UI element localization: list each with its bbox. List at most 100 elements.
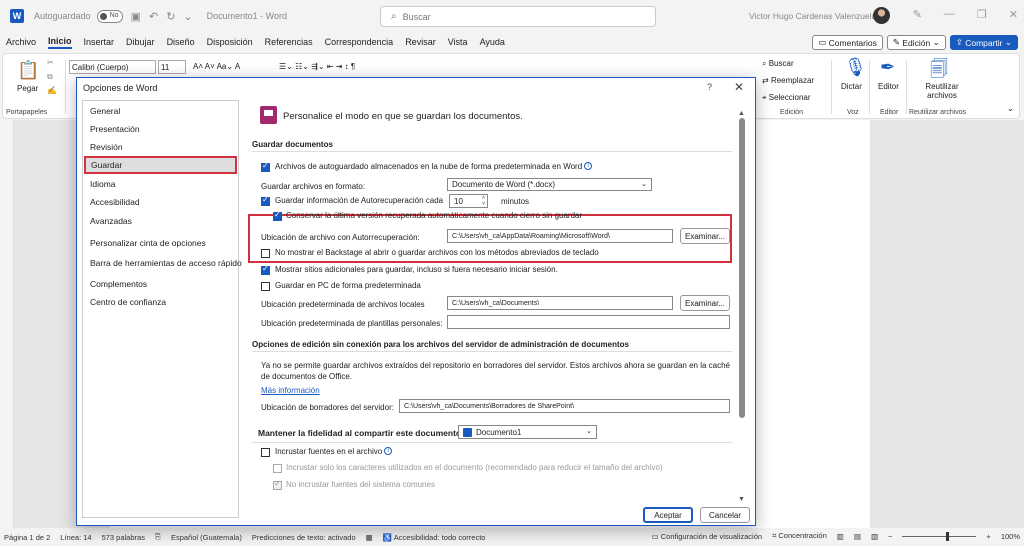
dictate-label[interactable]: Dictar [841, 82, 862, 91]
status-words[interactable]: 573 palabras [102, 533, 145, 542]
templates-location-input[interactable] [447, 315, 730, 329]
nav-complementos[interactable]: Complementos [90, 279, 147, 289]
select-button[interactable]: ⌖ Seleccionar [762, 93, 811, 103]
print-layout-icon[interactable]: ▤ [854, 532, 861, 541]
zoom-in-icon[interactable]: + [986, 532, 990, 541]
nav-avanzadas[interactable]: Avanzadas [90, 216, 132, 226]
fidelity-document-select[interactable]: Documento1 ⌄ [458, 425, 597, 439]
find-button[interactable]: ⌕ Buscar [762, 59, 794, 69]
user-name[interactable]: Victor Hugo Cardenas Valenzuela [749, 11, 876, 21]
nav-idioma[interactable]: Idioma [90, 179, 116, 189]
local-browse-button[interactable]: Examinar... [680, 295, 730, 311]
autorecover-location-input[interactable]: C:\Users\vh_ca\AppData\Roaming\Microsoft… [447, 229, 673, 243]
menu-archivo[interactable]: Archivo [6, 37, 36, 47]
menu-diseno[interactable]: Diseño [167, 37, 195, 47]
spinner-arrows-icon[interactable]: ˄ ˅ [482, 195, 485, 207]
no-backstage-checkbox[interactable] [261, 249, 270, 258]
replace-button[interactable]: ⇄ Reemplazar [762, 76, 814, 85]
nav-barra-acceso-rapido[interactable]: Barra de herramientas de acceso rápido [90, 258, 242, 268]
embed-fonts-checkbox[interactable] [261, 448, 270, 457]
zoom-slider[interactable] [902, 531, 977, 541]
autosave-toggle[interactable]: No [96, 9, 123, 23]
menu-insertar[interactable]: Insertar [84, 37, 115, 47]
bullets-icon[interactable]: ☰⌄ ☷⌄ ⇶⌄ ⇤ ⇥ ↕ ¶ [279, 62, 355, 71]
web-layout-icon[interactable]: ▧ [871, 532, 878, 541]
cancel-button[interactable]: Cancelar [700, 507, 750, 523]
nav-personalizar-cinta[interactable]: Personalizar cinta de opciones [90, 238, 206, 248]
info-icon[interactable]: i [584, 162, 593, 170]
display-settings-button[interactable]: ▭ Configuración de visualización [652, 532, 762, 541]
info-icon[interactable]: i [384, 447, 393, 455]
editor-label[interactable]: Editor [878, 82, 899, 91]
close-icon[interactable]: ✕ [734, 80, 744, 94]
menu-dibujar[interactable]: Dibujar [126, 37, 155, 47]
customize-toolbar-icon[interactable]: ⌄ [183, 10, 192, 23]
minimize-icon[interactable]: — [944, 8, 955, 21]
comments-button[interactable]: ▭ Comentarios [812, 35, 883, 50]
grow-font-icon[interactable]: A˄ A˅ Aa⌄ A [193, 62, 240, 71]
menu-disposicion[interactable]: Disposición [207, 37, 253, 47]
share-button[interactable]: ⇪ Compartir ⌄ [949, 35, 1018, 50]
undo-icon[interactable]: ↶ [149, 10, 158, 23]
microphone-icon[interactable]: 🎙 [844, 57, 867, 78]
scroll-down-icon[interactable]: ▼ [738, 496, 745, 503]
autorecover-minutes-spinner[interactable]: 10 ˄ ˅ [449, 194, 488, 208]
nav-revision[interactable]: Revisión [90, 142, 123, 152]
scroll-up-icon[interactable]: ▲ [738, 110, 745, 117]
local-location-input[interactable]: C:\Users\vh_ca\Documents\ [447, 296, 673, 310]
help-button[interactable]: ? [707, 82, 712, 92]
reuse-files-label[interactable]: Reutilizar archivos [922, 82, 962, 100]
embed-used-chars-checkbox[interactable] [273, 464, 282, 473]
scroll-thumb[interactable] [739, 118, 745, 418]
editor-icon[interactable]: ✒ [880, 57, 895, 78]
save-pc-checkbox[interactable] [261, 282, 270, 291]
paste-icon[interactable]: 📋 [17, 60, 39, 81]
more-info-link[interactable]: Más información [261, 386, 320, 395]
nav-centro-confianza[interactable]: Centro de confianza [90, 297, 166, 307]
options-scrollbar[interactable]: ▲ ▼ [738, 110, 746, 504]
ribbon-expand-icon[interactable]: ⌄ [1007, 104, 1014, 113]
read-mode-icon[interactable]: ▥ [837, 532, 844, 541]
copy-icon[interactable]: ⧉ [47, 72, 53, 82]
macro-icon[interactable]: ▦ [366, 533, 373, 542]
nav-general[interactable]: General [90, 106, 120, 116]
format-painter-icon[interactable]: ✍ [47, 86, 57, 95]
menu-correspondencia[interactable]: Correspondencia [325, 37, 394, 47]
ok-button[interactable]: Aceptar [643, 507, 693, 523]
avatar[interactable] [873, 7, 890, 24]
cut-icon[interactable]: ✂ [47, 58, 54, 67]
close-window-icon[interactable]: ✕ [1009, 8, 1018, 21]
nav-presentacion[interactable]: Presentación [90, 124, 140, 134]
menu-vista[interactable]: Vista [448, 37, 468, 47]
search-box[interactable]: ⌕ Buscar [380, 6, 656, 27]
no-common-fonts-checkbox[interactable] [273, 479, 282, 490]
autorecover-browse-button[interactable]: Examinar... [680, 228, 730, 244]
redo-icon[interactable]: ↻ [166, 10, 175, 23]
editing-mode-button[interactable]: ✎ Edición ⌄ [886, 35, 946, 50]
pen-icon[interactable]: ✎ [913, 8, 922, 21]
restore-icon[interactable]: ❐ [977, 8, 987, 21]
keep-last-version-checkbox[interactable] [273, 210, 282, 221]
autorecover-checkbox[interactable] [261, 195, 270, 206]
focus-button[interactable]: ⌗ Concentración [772, 531, 827, 541]
status-language[interactable]: Español (Guatemala) [171, 533, 242, 542]
zoom-out-icon[interactable]: − [888, 532, 892, 541]
nav-guardar[interactable]: Guardar [84, 156, 237, 174]
font-name-select[interactable]: Calibri (Cuerpo) [69, 60, 156, 74]
status-predictions[interactable]: Predicciones de texto: activado [252, 533, 356, 542]
status-accessibility[interactable]: ♿ Accesibilidad: todo correcto [383, 533, 486, 542]
menu-inicio[interactable]: Inicio [48, 36, 72, 49]
menu-referencias[interactable]: Referencias [265, 37, 313, 47]
drafts-location-input[interactable]: C:\Users\vh_ca\Documents\Borradores de S… [399, 399, 730, 413]
menu-revisar[interactable]: Revisar [405, 37, 436, 47]
paste-label[interactable]: Pegar [17, 84, 38, 93]
status-page[interactable]: Página 1 de 2 [4, 533, 50, 542]
cloud-autosave-checkbox[interactable] [261, 161, 270, 172]
nav-accesibilidad[interactable]: Accesibilidad [90, 197, 140, 207]
menu-ayuda[interactable]: Ayuda [480, 37, 505, 47]
save-icon[interactable]: ▣ [131, 10, 141, 23]
zoom-level[interactable]: 100% [1001, 532, 1020, 541]
show-places-checkbox[interactable] [261, 264, 270, 275]
font-size-select[interactable]: 11 [158, 60, 186, 74]
save-format-select[interactable]: Documento de Word (*.docx) ⌄ [447, 178, 652, 191]
